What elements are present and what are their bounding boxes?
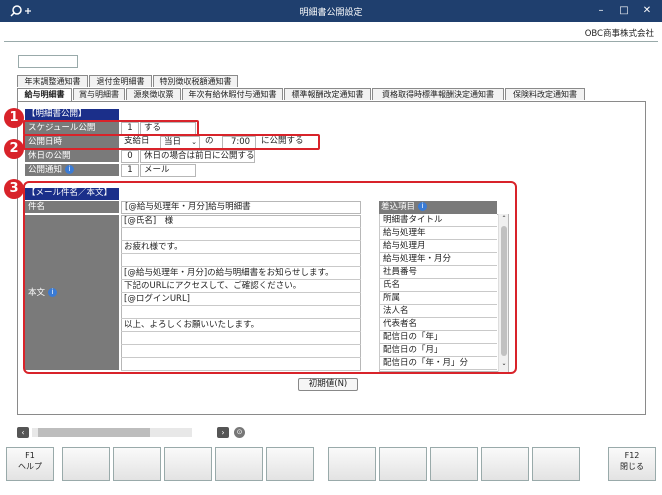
horizontal-scrollbar[interactable] [32, 428, 192, 437]
maximize-icon[interactable]: □ [615, 3, 633, 19]
tab-year-end[interactable]: 年末調整通知書 [17, 75, 88, 87]
fkey-blank-button[interactable] [164, 447, 212, 481]
notify-label: 公開通知 i [25, 164, 119, 177]
fkey-f1-button[interactable]: F1 ヘルプ [6, 447, 54, 481]
tab-special-tax[interactable]: 特別徴収税額通知書 [153, 75, 238, 87]
fkey-blank-button[interactable] [532, 447, 580, 481]
highlight-mail [23, 181, 517, 374]
tab-refund[interactable]: 退付金明細書 [89, 75, 152, 87]
fkey-blank-button[interactable] [481, 447, 529, 481]
tab-acquisition-remuneration[interactable]: 資格取得時標準報酬決定通知書 [372, 88, 504, 100]
company-name: OBC商事株式会社 [584, 29, 654, 39]
fkey-blank-button[interactable] [113, 447, 161, 481]
tab-salary-statement[interactable]: 給与明細書 [17, 88, 72, 101]
title-bar: 明細書公開設定 – □ ✕ [0, 0, 662, 22]
default-values-button[interactable]: 初期値(N) [298, 378, 358, 391]
divider [4, 41, 658, 42]
window-title: 明細書公開設定 [299, 8, 363, 18]
info-icon[interactable]: i [65, 165, 75, 174]
close-icon[interactable]: ✕ [638, 3, 656, 19]
holiday-value: 休日の場合は前日に公開する [140, 150, 255, 163]
tab-bonus-statement[interactable]: 賞与明細書 [73, 88, 125, 100]
fkey-blank-button[interactable] [379, 447, 427, 481]
badge-1: 1 [4, 108, 24, 128]
horizontal-scroll-thumb[interactable] [38, 428, 150, 437]
tab-standard-remuneration[interactable]: 標準報酬改定通知書 [284, 88, 371, 100]
pin-icon[interactable]: ⊙ [234, 427, 245, 438]
scroll-right-icon[interactable]: › [217, 427, 229, 438]
fkey-blank-button[interactable] [328, 447, 376, 481]
scroll-left-icon[interactable]: ‹ [17, 427, 29, 438]
highlight-datetime [23, 134, 320, 150]
badge-2: 2 [4, 139, 24, 159]
fkey-blank-button[interactable] [215, 447, 263, 481]
notify-code-field[interactable]: 1 [121, 164, 139, 177]
fkey-blank-button[interactable] [430, 447, 478, 481]
fkey-f12-button[interactable]: F12 閉じる [608, 447, 656, 481]
fkey-label: 閉じる [620, 462, 644, 471]
fkey-blank-button[interactable] [266, 447, 314, 481]
fkey-label: ヘルプ [18, 462, 42, 471]
notify-label-text: 公開通知 [28, 165, 63, 175]
fkey-blank-button[interactable] [62, 447, 110, 481]
selector-box[interactable] [18, 55, 78, 68]
badge-3: 3 [4, 179, 24, 199]
fkey-key: F1 [25, 451, 35, 460]
holiday-label: 休日の公開 [25, 150, 119, 163]
minimize-icon[interactable]: – [592, 3, 610, 19]
notify-value: メール [140, 164, 196, 177]
tab-withholding-slip[interactable]: 源泉徴収票 [126, 88, 181, 100]
tab-paid-leave[interactable]: 年次有給休暇付与通知書 [182, 88, 283, 100]
holiday-code-field[interactable]: 0 [121, 150, 139, 163]
tab-premium-revision[interactable]: 保険料改定通知書 [505, 88, 585, 100]
fkey-key: F12 [624, 451, 640, 460]
